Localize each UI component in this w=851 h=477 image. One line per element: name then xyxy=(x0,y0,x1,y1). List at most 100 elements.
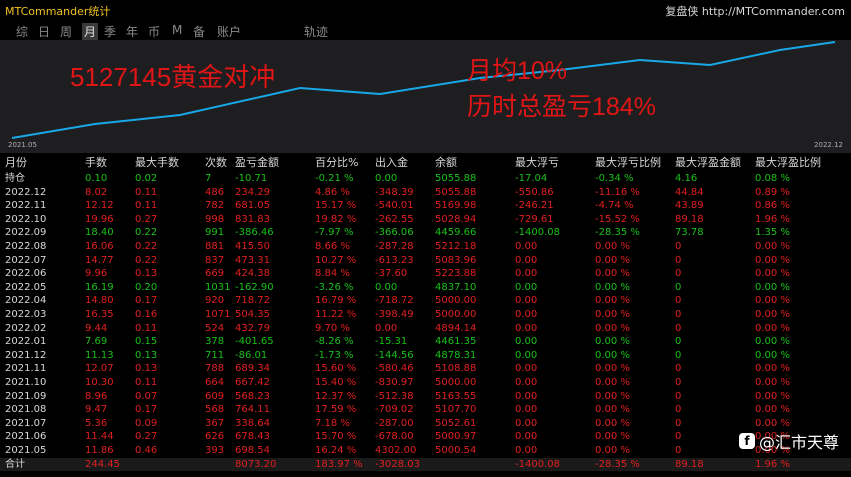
table-row[interactable]: 2021.07 5.36 0.09 367 338.64 7.18 % -287.00 505… xyxy=(0,417,851,431)
table-cell: 0.11 xyxy=(135,322,158,334)
table-cell: 0.22 xyxy=(135,254,158,266)
table-row[interactable]: 2022.04 14.80 0.17 920 718.72 16.79 % -718.72 5… xyxy=(0,294,851,308)
table-cell: 2022.02 xyxy=(5,322,47,334)
table-cell: 689.34 xyxy=(235,363,270,375)
table-cell: -613.23 xyxy=(375,254,414,266)
table-row[interactable]: 2021.06 11.44 0.27 626 678.43 15.70 % -678.00 5… xyxy=(0,430,851,444)
table-row[interactable]: 2022.08 16.06 0.22 881 415.50 8.66 % -287.28 52… xyxy=(0,240,851,254)
site-link[interactable]: 复盘侠 http://MTCommander.com xyxy=(665,3,845,19)
table-cell: 782 xyxy=(205,200,225,212)
table-cell: 991 xyxy=(205,227,225,239)
table-cell: 0.00 % xyxy=(755,281,790,293)
overlay-title: 5127145黄金对冲 xyxy=(70,62,276,92)
table-cell: 424.38 xyxy=(235,268,270,280)
table-row[interactable]: 2021.08 9.47 0.17 568 764.11 17.59 % -709.02 51… xyxy=(0,403,851,417)
header-cell[interactable]: 最大浮盈金额 xyxy=(675,156,741,169)
table-cell: 0.00 % xyxy=(595,431,630,443)
header-cell[interactable]: 出入金 xyxy=(375,156,408,169)
table-cell: -0.21 % xyxy=(315,173,354,184)
table-row[interactable]: 2022.01 7.69 0.15 378 -401.65 -8.26 % -15.31 44… xyxy=(0,335,851,349)
table-row[interactable]: 2022.10 19.96 0.27 998 831.83 19.82 % -262.55 5… xyxy=(0,213,851,227)
table-row[interactable]: 2022.02 9.44 0.11 524 432.79 9.70 % 0.00 4894.1… xyxy=(0,322,851,336)
table-cell: 881 xyxy=(205,241,225,252)
table-cell: 16.19 xyxy=(85,281,114,293)
table-cell: -7.97 % xyxy=(315,227,354,239)
header-cell[interactable]: 次数 xyxy=(205,156,227,169)
table-cell: 16.79 % xyxy=(315,295,357,307)
tab-4[interactable]: 季 xyxy=(104,23,116,40)
table-cell: 0.13 xyxy=(135,268,158,280)
tab-2[interactable]: 周 xyxy=(60,23,72,40)
table-cell: 5169.98 xyxy=(435,200,477,212)
table-row[interactable]: 2022.07 14.77 0.22 837 473.31 10.27 % -613.23 5… xyxy=(0,254,851,268)
tab-10[interactable]: 轨迹 xyxy=(304,23,328,40)
table-cell: -28.35 % xyxy=(595,227,640,239)
tab-5[interactable]: 年 xyxy=(126,23,138,40)
header-cell[interactable]: 最大浮亏比例 xyxy=(595,156,661,169)
tab-1[interactable]: 日 xyxy=(38,23,50,40)
tab-9[interactable]: 账户 xyxy=(217,23,241,40)
table-cell: 0.00 % xyxy=(595,241,630,252)
tab-3[interactable]: 月 xyxy=(82,23,99,40)
header-cell[interactable]: 月份 xyxy=(5,156,27,169)
table-cell: 0.89 % xyxy=(755,186,790,198)
table-cell: 2022.07 xyxy=(5,254,47,266)
table-cell: 2021.11 xyxy=(5,363,47,375)
table-cell: 0.00 xyxy=(515,377,538,388)
table-cell: 609 xyxy=(205,390,225,402)
table-cell: 0.00 % xyxy=(755,309,790,320)
table-cell: 0.11 xyxy=(135,186,158,198)
table-cell: 0.00 % xyxy=(595,309,630,320)
total-row[interactable]: 合计 244.45 8073.20 183.97 % -3028.03 -1400.08 -… xyxy=(0,457,851,472)
table-cell: 0.00 % xyxy=(595,268,630,280)
header-cell[interactable]: 百分比% xyxy=(315,156,358,169)
table-cell: 0.00 % xyxy=(595,390,630,402)
table-cell: 12.37 % xyxy=(315,390,357,402)
header-cell[interactable]: 手数 xyxy=(85,156,107,169)
table-row[interactable]: 2021.11 12.07 0.13 788 689.34 15.60 % -580.46 5… xyxy=(0,362,851,376)
table-cell: -830.97 xyxy=(375,377,414,388)
table-cell: 1.35 % xyxy=(755,227,790,239)
table-cell: -11.16 % xyxy=(595,186,640,198)
table-row[interactable]: 2022.09 18.40 0.22 991 -386.46 -7.97 % -366.06… xyxy=(0,226,851,240)
tab-7[interactable]: M xyxy=(172,23,182,37)
table-cell: -15.52 % xyxy=(595,213,640,225)
table-cell: 0.00 % xyxy=(755,390,790,402)
table-cell: 5212.18 xyxy=(435,241,477,252)
table-cell: 669 xyxy=(205,268,225,280)
table-cell: 0.00 xyxy=(515,336,538,348)
table-cell: 持仓 xyxy=(5,173,25,184)
table-cell: 9.47 xyxy=(85,404,108,416)
table-cell: 5163.55 xyxy=(435,390,477,402)
table-row[interactable]: 2022.12 8.02 0.11 486 234.29 4.86 % -348.39 505… xyxy=(0,186,851,200)
table-cell: 5055.88 xyxy=(435,173,477,184)
tab-8[interactable]: 备 xyxy=(193,23,205,40)
header-cell[interactable]: 余额 xyxy=(435,156,457,169)
table-row[interactable]: 2021.10 10.30 0.11 664 667.42 15.40 % -830.97 5… xyxy=(0,376,851,390)
table-row[interactable]: 持仓 0.10 0.02 7 -10.71 -0.21 % 0.00 5055.88 -17.0… xyxy=(0,172,851,186)
table-cell: 5108.88 xyxy=(435,363,477,375)
table-cell: -1.73 % xyxy=(315,349,354,361)
table-cell: 524 xyxy=(205,322,225,334)
tab-0[interactable]: 综 xyxy=(16,23,28,40)
table-row[interactable]: 2021.12 11.13 0.13 711 -86.01 -1.73 % -144.56 4… xyxy=(0,349,851,363)
table-cell: 4461.35 xyxy=(435,336,477,348)
table-cell: 0.00 xyxy=(515,445,538,456)
table-row[interactable]: 2022.11 12.12 0.11 782 681.05 15.17 % -540.01 5… xyxy=(0,199,851,213)
header-cell[interactable]: 最大浮盈比例 xyxy=(755,156,821,169)
table-cell: 0 xyxy=(675,377,682,388)
tab-6[interactable]: 币 xyxy=(148,23,160,40)
table-row[interactable]: 2021.05 11.86 0.46 393 698.54 16.24 % 4302.00 5… xyxy=(0,444,851,458)
table-row[interactable]: 2022.06 9.96 0.13 669 424.38 8.84 % -37.60 5223… xyxy=(0,267,851,281)
table-cell: 19.96 xyxy=(85,213,114,225)
header-cell[interactable]: 最大手数 xyxy=(135,156,179,169)
table-row[interactable]: 2022.03 16.35 0.16 1071 504.35 11.22 % -398.49… xyxy=(0,308,851,322)
table-cell: -162.90 xyxy=(235,281,274,293)
overlay-total-return: 历时总盈亏184% xyxy=(467,93,656,121)
header-cell[interactable]: 最大浮亏 xyxy=(515,156,559,169)
header-cell[interactable]: 盈亏金额 xyxy=(235,156,279,169)
table-row[interactable]: 2022.05 16.19 0.20 1031 -162.90 -3.26 % 0.00 48… xyxy=(0,281,851,295)
table-cell: 5052.61 xyxy=(435,417,477,429)
table-row[interactable]: 2021.09 8.96 0.07 609 568.23 12.37 % -512.38 51… xyxy=(0,390,851,404)
table-cell: 711 xyxy=(205,349,225,361)
